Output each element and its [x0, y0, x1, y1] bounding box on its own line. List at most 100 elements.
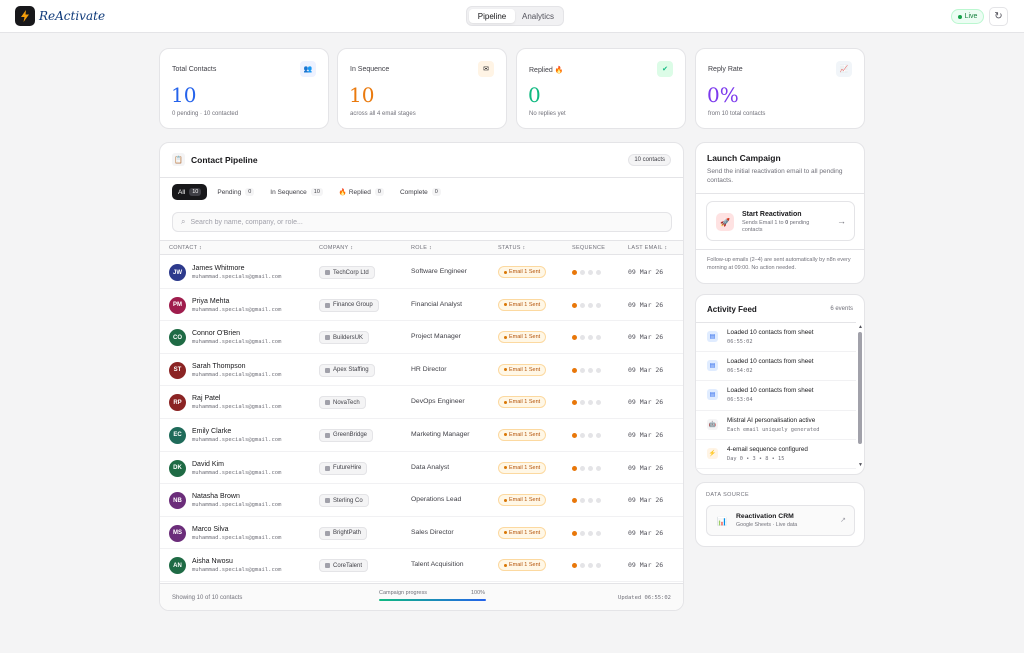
contact-name: James Whitmore [192, 265, 245, 272]
stat-sub: 0 pending · 10 contacted [172, 111, 239, 117]
table-row[interactable]: MS Marco Silva muhammad.specials@gmail.com… [160, 517, 683, 550]
filter-all[interactable]: All 10 [172, 184, 208, 200]
status-badge: Email 1 Sent [498, 526, 547, 539]
top-bar: ReActivate Pipeline Analytics Live ↻ [0, 0, 1024, 33]
contact-name: Raj Patel [192, 395, 221, 403]
col-role[interactable]: ROLE ↕ [411, 245, 432, 251]
building-icon [325, 563, 330, 569]
status-label: Email 1 Sent [509, 301, 541, 308]
feed-text: 4-email sequence configured [727, 445, 808, 453]
col-contact[interactable]: CONTACT ↕ [169, 245, 202, 251]
tab-analytics[interactable]: Analytics [515, 9, 561, 23]
company-name: Apex Staffing [333, 367, 369, 374]
feed-meta: 06:55:02 [727, 339, 753, 345]
last-email-date: 09 Mar 26 [628, 463, 664, 472]
contact-role: Project Manager [411, 333, 461, 341]
company-name: NovaTech [333, 399, 360, 406]
showing-count: Showing 10 of 10 contacts [172, 595, 243, 601]
contact-pipeline-panel: 📋 Contact Pipeline 10 contacts All 10 Pen… [159, 142, 684, 611]
company-name: Finance Group [333, 302, 373, 309]
spreadsheet-icon: 📊 [717, 516, 727, 526]
feed-text: Mistral AI personalisation active [727, 416, 816, 424]
contact-name: Aisha Nwosu [192, 558, 233, 566]
table-row[interactable]: PM Priya Mehta muhammad.specials@gmail.com… [160, 289, 683, 322]
stat-card-reply-rate: Reply Rate 📈 0% from 10 total contacts [695, 48, 865, 129]
table-row[interactable]: EC Emily Clarke muhammad.specials@gmail.co… [160, 419, 683, 452]
company-tag: FutureHire [319, 461, 368, 475]
feed-item: 🤖 Mistral AI personalisation active Each e… [696, 411, 856, 440]
filter-complete[interactable]: Complete 0 [394, 184, 447, 200]
scroll-thumb[interactable] [858, 332, 862, 444]
stat-value: 10 [171, 83, 197, 107]
col-status[interactable]: STATUS ↕ [498, 245, 526, 251]
filter-in-sequence[interactable]: In Sequence 10 [264, 184, 329, 200]
scroll-up-icon[interactable]: ▲ [858, 324, 863, 330]
data-source-link[interactable]: 📊 Reactivation CRM Google Sheets · Live … [706, 505, 855, 536]
status-dot-icon [504, 531, 507, 535]
last-email-date: 09 Mar 26 [628, 268, 664, 276]
company-name: TechCorp Ltd [333, 269, 369, 276]
table-row[interactable]: AN Aisha Nwosu muhammad.specials@gmail.com… [160, 549, 683, 582]
avatar: NB [169, 492, 186, 510]
clipboard-icon: 📋 [172, 153, 185, 166]
table-row[interactable]: RP Raj Patel muhammad.specials@gmail.com No… [160, 386, 683, 419]
search-input[interactable] [190, 218, 651, 226]
filter-replied[interactable]: 🔥 Replied 0 [333, 184, 390, 200]
building-icon [325, 530, 330, 536]
filter-label: In Sequence [270, 188, 307, 196]
table-row[interactable]: JW James Whitmore muhammad.specials@gmail.… [160, 256, 683, 289]
chart-icon: 📈 [836, 61, 852, 77]
avatar: DK [169, 459, 186, 477]
company-tag: Sterling Co [319, 494, 369, 508]
sequence-step-dot [572, 400, 577, 406]
contact-name: Priya Mehta [192, 297, 230, 305]
filter-label: Pending [217, 188, 242, 196]
avatar: AN [169, 557, 186, 575]
table-row[interactable]: DK David Kim muhammad.specials@gmail.com Fu… [160, 452, 683, 485]
app-logo-text: ReActivate [39, 9, 106, 23]
sequence-step-dot [580, 432, 585, 438]
contacts-count-badge: 10 contacts [628, 154, 671, 166]
table-row[interactable]: CO Connor O'Brien muhammad.specials@gmail.… [160, 321, 683, 354]
refresh-button[interactable]: ↻ [989, 7, 1008, 26]
table-row[interactable]: NB Natasha Brown muhammad.specials@gmail.c… [160, 484, 683, 517]
col-company[interactable]: COMPANY ↕ [319, 245, 353, 251]
start-title: Start Reactivation [742, 211, 802, 218]
stat-card-replied: Replied 🔥 ✔ 0 No replies yet [516, 48, 686, 129]
start-reactivation-button[interactable]: 🚀 Start Reactivation Sends Email 1 to 0 … [706, 201, 855, 241]
last-email-date: 09 Mar 26 [628, 430, 664, 439]
contact-email: muhammad.specials@gmail.com [192, 306, 282, 313]
last-email-date: 09 Mar 26 [628, 300, 664, 309]
status-label: Email 1 Sent [509, 431, 541, 438]
feed-item: ⚡ 4-email sequence configured Day 0 • 3 • … [696, 440, 856, 469]
contact-name: Connor O'Brien [192, 330, 241, 338]
status-label: Email 1 Sent [509, 562, 541, 569]
feed-meta: 06:54:02 [727, 368, 753, 375]
sequence-step-dot [596, 270, 601, 275]
col-last-email[interactable]: LAST EMAIL ↕ [628, 245, 667, 251]
company-name: GreenBridge [333, 432, 368, 439]
last-email-date: 09 Mar 26 [628, 333, 664, 342]
divider [696, 193, 864, 194]
filter-pending[interactable]: Pending 0 [211, 184, 260, 200]
progress-fill [379, 599, 486, 601]
contact-name: Sarah Thompson [192, 362, 246, 370]
sequence-step-dot [580, 498, 585, 504]
filter-tabs: All 10 Pending 0 In Sequence 10 🔥 Replied 0 … [172, 184, 447, 200]
feed-scrollbar[interactable]: ▲ ▼ [858, 324, 863, 468]
last-email-date: 09 Mar 26 [628, 561, 664, 570]
company-tag: NovaTech [319, 396, 366, 410]
scroll-down-icon[interactable]: ▼ [858, 462, 863, 468]
tab-pipeline[interactable]: Pipeline [469, 9, 515, 23]
last-email-date: 09 Mar 26 [628, 398, 664, 407]
contact-email: muhammad.specials@gmail.com [192, 274, 282, 280]
pipeline-header: 📋 Contact Pipeline 10 contacts [160, 143, 683, 178]
table-row[interactable]: ST Sarah Thompson muhammad.specials@gmail.… [160, 354, 683, 387]
company-tag: CoreTalent [319, 559, 369, 573]
sequence-step-dot [580, 367, 585, 373]
company-tag: BrightPath [319, 526, 368, 540]
sequence-step-dot [588, 302, 593, 308]
feed-item: ▤ Loaded 10 contacts from sheet 06:54:02 [696, 352, 856, 382]
filter-count: 0 [245, 188, 255, 196]
avatar: JW [169, 264, 186, 281]
